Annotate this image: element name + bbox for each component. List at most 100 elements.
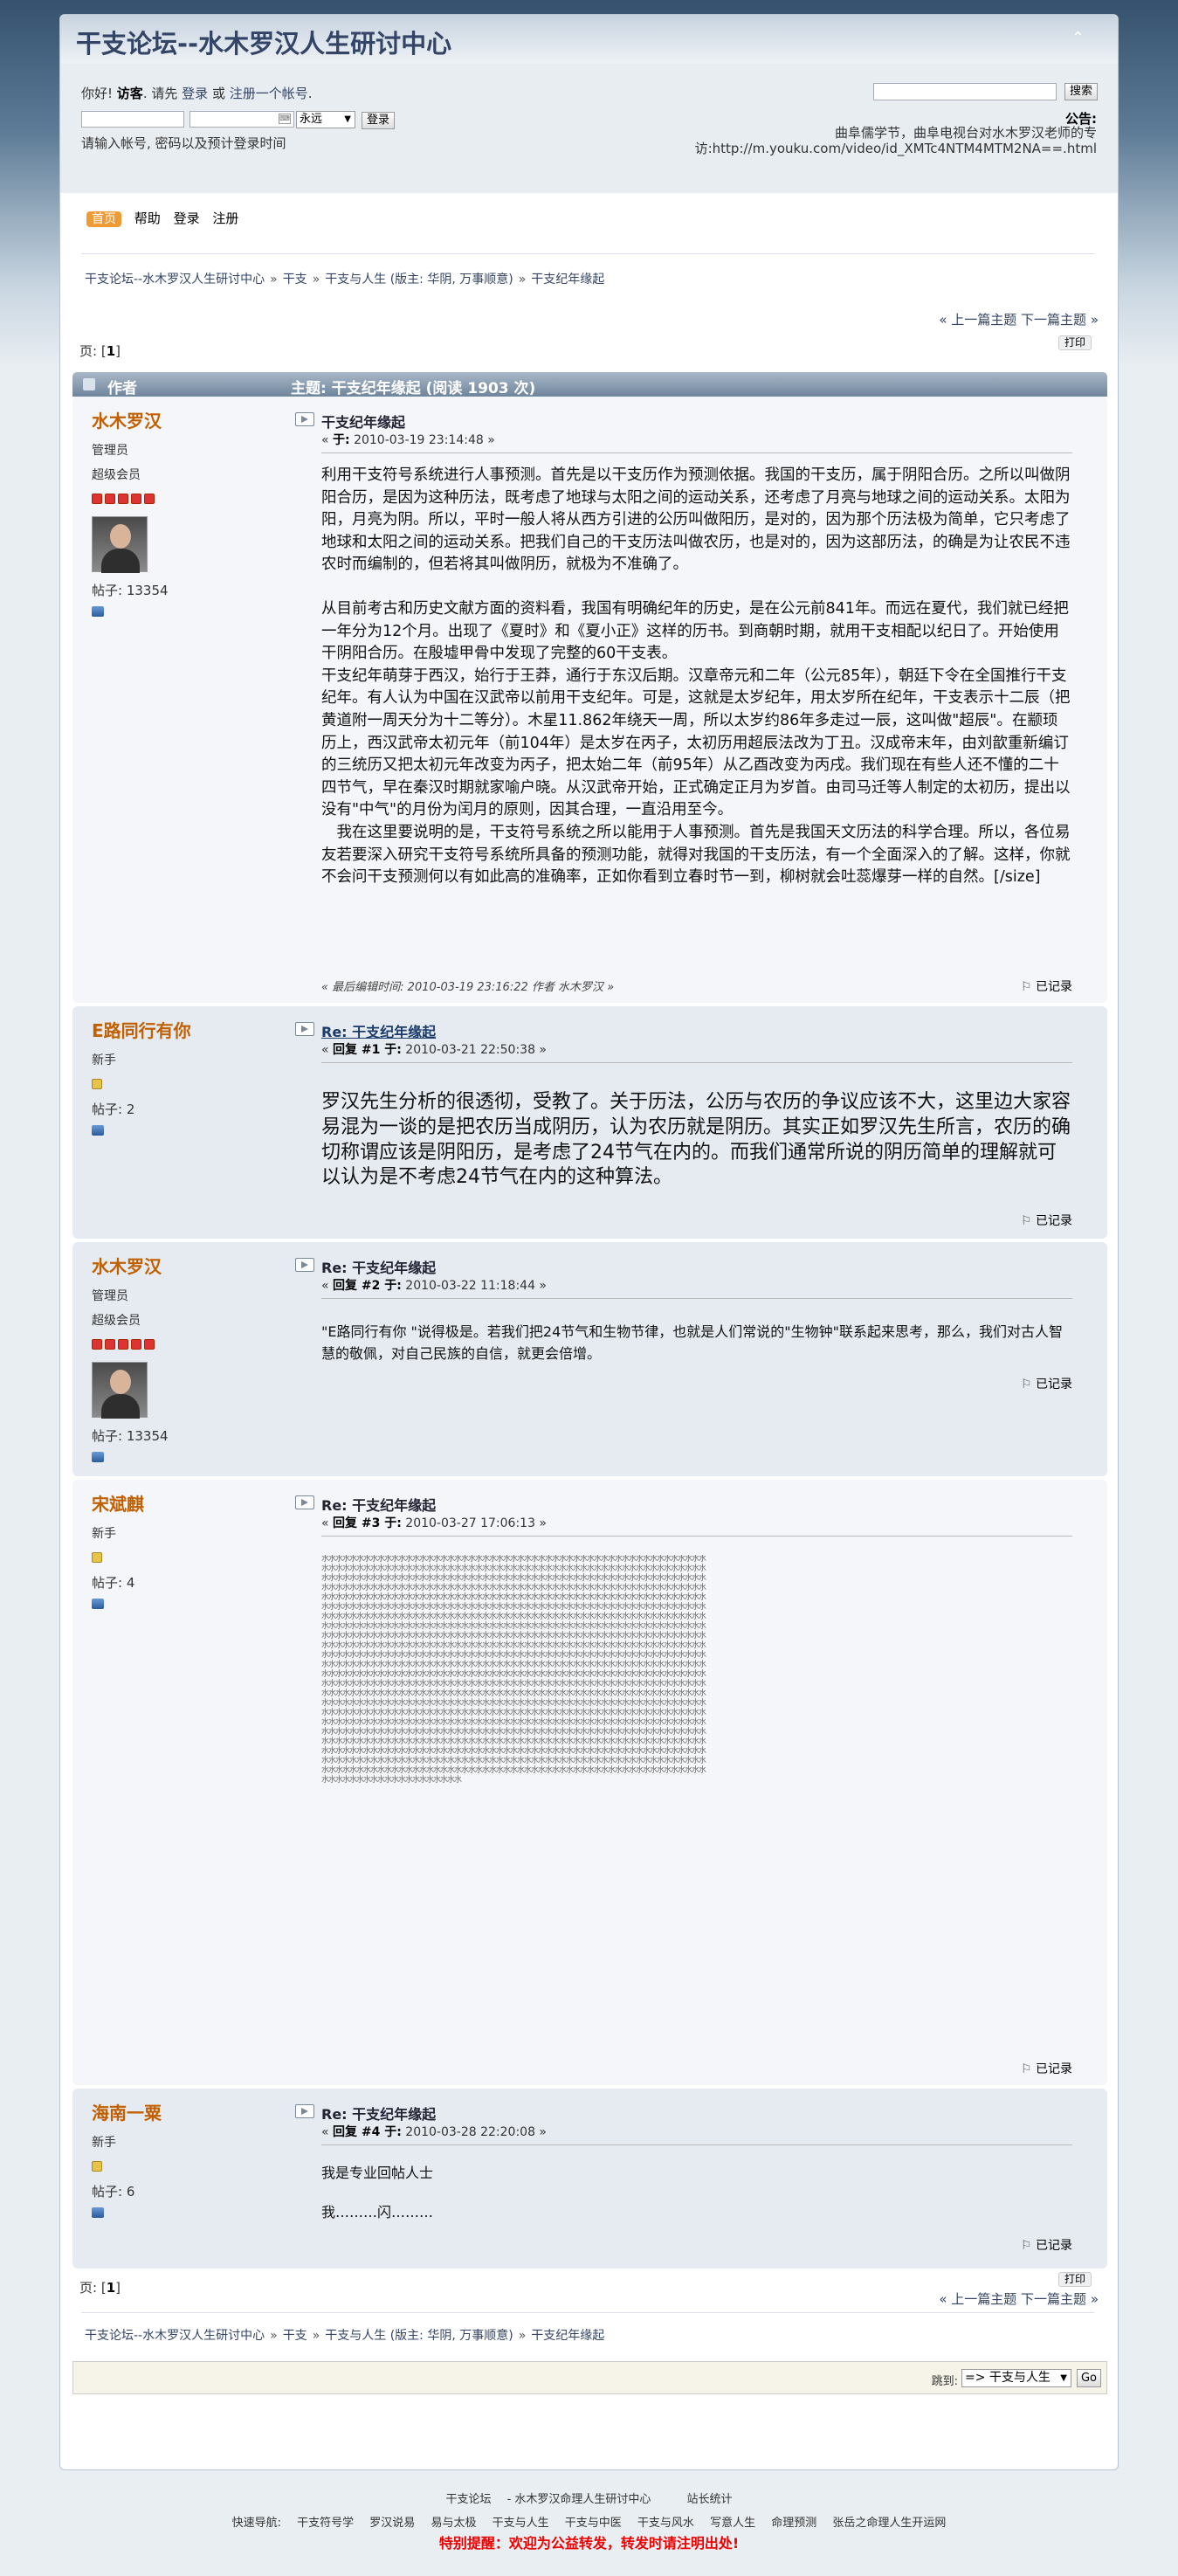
poster-rank: 管理员 <box>92 1289 128 1303</box>
poster-info: 水木罗汉 管理员 超级会员 帖子: 13354 <box>92 1253 310 1462</box>
collapse-icon[interactable]: ⌃ <box>1071 29 1085 47</box>
post-body: Re: 干支纪年缘起 « 回复 #4 于: 2010-03-28 22:20:0… <box>295 2103 1090 2264</box>
post-icon <box>295 1022 314 1036</box>
menu-login[interactable]: 登录 <box>174 211 200 226</box>
menu-home[interactable]: 首页 <box>86 211 121 227</box>
login-button[interactable]: 登录 <box>362 112 395 129</box>
register-link[interactable]: 注册一个帐号 <box>230 86 308 101</box>
quick-link[interactable]: 干支与风水 <box>637 2517 694 2530</box>
prev-topic-link[interactable]: « 上一篇主题 <box>939 2291 1016 2307</box>
forum-container: 干支论坛--水木罗汉人生研讨中心 ⌃ 你好! 访客. 请先 登录 或 注册一个帐… <box>59 14 1119 2470</box>
quick-nav-label: 快速导航: <box>231 2517 281 2530</box>
topic-subject: 主题: 干支纪年缘起 (阅读 1903 次) <box>291 380 536 397</box>
pages-label: 页: <box>79 2280 98 2296</box>
quick-link[interactable]: 罗汉说易 <box>369 2517 415 2530</box>
quick-link[interactable]: 写意人生 <box>710 2517 755 2530</box>
post-title[interactable]: Re: 干支纪年缘起 <box>321 1256 436 1277</box>
poster-info: 海南一粟 新手 帖子: 6 <box>92 2099 310 2218</box>
poster-name[interactable]: 宋斌麒 <box>92 1490 310 1516</box>
menu-help[interactable]: 帮助 <box>134 211 161 226</box>
post-divider <box>321 1536 1072 1537</box>
next-topic-link[interactable]: 下一篇主题 » <box>1021 312 1099 328</box>
post-title[interactable]: Re: 干支纪年缘起 <box>321 1494 436 1515</box>
page-number[interactable]: 1 <box>107 2280 115 2296</box>
report-link[interactable]: 已记录 <box>1021 2236 1072 2254</box>
post-title[interactable]: Re: 干支纪年缘起 <box>321 2103 436 2124</box>
username-input[interactable] <box>81 111 184 128</box>
poster-name[interactable]: 水木罗汉 <box>92 407 310 432</box>
star-icon <box>105 1339 115 1350</box>
meta-prefix: « <box>321 1279 334 1293</box>
breadcrumb-item[interactable]: 干支 <box>283 2329 307 2343</box>
dropdown-arrow-icon: ▼ <box>344 114 351 124</box>
profile-icon[interactable] <box>92 1452 104 1462</box>
poster-name[interactable]: E路同行有你 <box>92 1017 310 1042</box>
profile-icon[interactable] <box>92 2207 104 2218</box>
breadcrumb-item[interactable]: 干支 <box>283 273 307 287</box>
profile-icon[interactable] <box>92 1125 104 1136</box>
next-topic-link[interactable]: 下一篇主题 » <box>1021 2291 1099 2307</box>
post-divider <box>321 1298 1072 1299</box>
or-text: 或 <box>211 86 225 101</box>
post-meta: « 回复 #3 于: 2010-03-27 17:06:13 » <box>321 1514 547 1531</box>
menu-register[interactable]: 注册 <box>212 211 238 226</box>
password-input[interactable]: ⌨ <box>189 111 294 128</box>
rank-stars <box>92 1339 310 1351</box>
notice-text[interactable]: 曲阜儒学节，曲阜电视台对水木罗汉老师的专访:http://m.youku.com… <box>643 125 1097 156</box>
search-button[interactable]: 搜索 <box>1064 83 1098 100</box>
post-body: Re: 干支纪年缘起 « 回复 #2 于: 2010-03-22 11:18:4… <box>295 1256 1090 1466</box>
report-link[interactable]: 已记录 <box>1021 2060 1072 2077</box>
forum-title[interactable]: 干支论坛--水木罗汉人生研讨中心 <box>76 24 451 60</box>
go-button[interactable]: Go <box>1077 2369 1101 2387</box>
meta-prefix: « <box>321 433 334 447</box>
breadcrumb-item[interactable]: 干支与人生 (版主: 华阴, 万事顺意) <box>325 273 513 287</box>
poster-name[interactable]: 海南一粟 <box>92 2099 310 2124</box>
post-time: 2010-03-27 17:06:13 » <box>401 1516 547 1530</box>
breadcrumb-item[interactable]: 干支与人生 (版主: 华阴, 万事顺意) <box>325 2329 513 2343</box>
post-content: 我是专业回帖人士 我………闪……… <box>321 2162 1072 2223</box>
print-button[interactable]: 打印 <box>1058 335 1092 350</box>
quick-link[interactable]: 张岳之命理人生开运网 <box>832 2517 946 2530</box>
footer-forum-sub[interactable]: - 水木罗汉命理人生研讨中心 <box>507 2493 651 2506</box>
meta-label: 回复 #4 于: <box>333 2125 402 2139</box>
post-count: 帖子: 6 <box>92 2184 135 2200</box>
breadcrumb-item[interactable]: 干支纪年缘起 <box>531 2329 604 2343</box>
footer-forum-link[interactable]: 干支论坛 <box>445 2493 494 2506</box>
jump-bar: 跳到: => 干支与人生 ▼ Go <box>72 2361 1107 2394</box>
login-link[interactable]: 登录 <box>182 86 208 101</box>
footer-line: 干支论坛 - 水木罗汉命理人生研讨中心 站长统计 <box>0 2490 1178 2506</box>
quick-link[interactable]: 命理预测 <box>771 2517 816 2530</box>
page-number[interactable]: 1 <box>107 343 115 359</box>
profile-icon[interactable] <box>92 606 104 617</box>
post-divider <box>321 452 1072 453</box>
report-link[interactable]: 已记录 <box>1021 1212 1072 1229</box>
search-input[interactable] <box>873 83 1057 100</box>
quick-link[interactable]: 干支与人生 <box>493 2517 549 2530</box>
report-link[interactable]: 已记录 <box>1021 1375 1072 1392</box>
report-link[interactable]: 已记录 <box>1021 977 1072 995</box>
poster-name[interactable]: 水木罗汉 <box>92 1253 310 1278</box>
meta-label: 回复 #3 于: <box>333 1516 402 1530</box>
breadcrumb-item[interactable]: 干支论坛--水木罗汉人生研讨中心 <box>85 273 265 287</box>
star-icon <box>92 1339 102 1350</box>
jump-select[interactable]: => 干支与人生 ▼ <box>961 2369 1071 2387</box>
quick-link[interactable]: 干支与中医 <box>565 2517 622 2530</box>
breadcrumb-item[interactable]: 干支纪年缘起 <box>531 273 604 287</box>
post-title[interactable]: 干支纪年缘起 <box>321 411 405 432</box>
prev-topic-link[interactable]: « 上一篇主题 <box>939 312 1016 328</box>
print-button[interactable]: 打印 <box>1058 2272 1092 2287</box>
post-body: Re: 干支纪年缘起 « 回复 #3 于: 2010-03-27 17:06:1… <box>295 1494 1090 2079</box>
profile-icon[interactable] <box>92 1599 104 1609</box>
post-divider <box>321 1062 1072 1063</box>
post-title[interactable]: Re: 干支纪年缘起 <box>321 1020 436 1041</box>
main-menu: 首页 帮助 登录 注册 <box>86 209 247 227</box>
meta-label: 回复 #2 于: <box>333 1279 402 1293</box>
breadcrumb-item[interactable]: 干支论坛--水木罗汉人生研讨中心 <box>85 2329 265 2343</box>
post-content: "E路同行有你 "说得极是。若我们把24节气和生物节律，也就是人们常说的"生物钟… <box>321 1321 1072 1364</box>
keyboard-icon[interactable]: ⌨ <box>279 114 291 124</box>
quick-link[interactable]: 易与太极 <box>431 2517 476 2530</box>
rank-stars <box>92 494 310 506</box>
quick-link[interactable]: 干支符号学 <box>297 2517 354 2530</box>
stats-link[interactable]: 站长统计 <box>687 2493 733 2506</box>
login-duration-select[interactable]: 永远 ▼ <box>296 111 355 128</box>
